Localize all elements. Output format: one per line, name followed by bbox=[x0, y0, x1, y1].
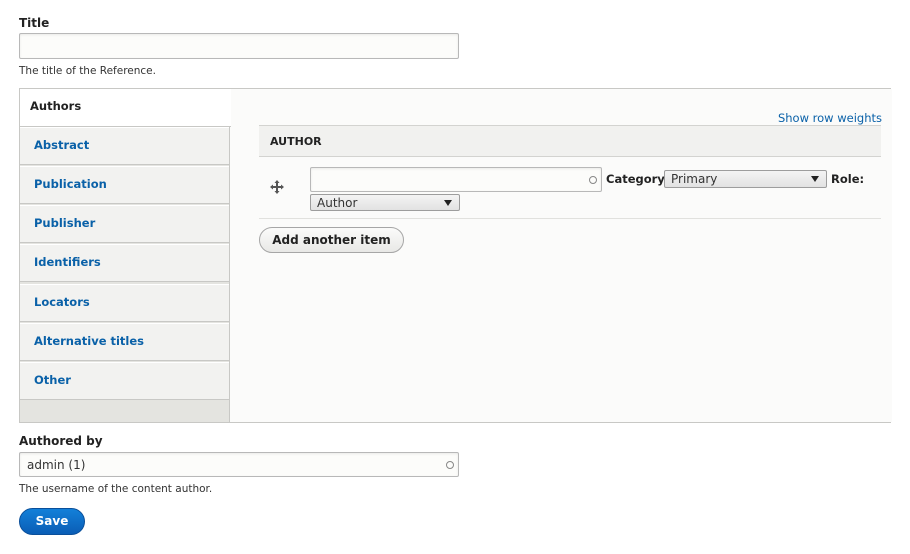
tab-locators[interactable]: Locators bbox=[20, 284, 229, 322]
author-row: Category: Primary Role: Author bbox=[259, 157, 881, 219]
title-label: Title bbox=[19, 16, 50, 30]
save-button[interactable]: Save bbox=[19, 508, 85, 535]
vertical-tabs: Authors Abstract Publication Publisher I… bbox=[19, 88, 892, 423]
tab-label: Publisher bbox=[34, 216, 96, 230]
role-label: Role: bbox=[831, 172, 865, 186]
tab-other[interactable]: Other bbox=[20, 362, 229, 400]
authors-tab-pane: Show row weights AUTHOR Category: Primar… bbox=[230, 89, 892, 422]
tab-label: Authors bbox=[30, 99, 82, 113]
autocomplete-circle-icon bbox=[589, 176, 597, 184]
chevron-down-icon bbox=[811, 176, 819, 182]
role-select[interactable]: Author bbox=[310, 194, 460, 211]
tab-authors[interactable]: Authors bbox=[20, 89, 231, 127]
title-input[interactable] bbox=[19, 33, 459, 59]
role-selected-value: Author bbox=[317, 196, 358, 210]
show-row-weights-link[interactable]: Show row weights bbox=[778, 111, 882, 125]
authored-by-input[interactable]: admin (1) bbox=[19, 452, 459, 477]
category-selected-value: Primary bbox=[671, 172, 718, 186]
tab-label: Locators bbox=[34, 295, 90, 309]
drag-move-icon[interactable] bbox=[269, 179, 285, 195]
tab-alternative-titles[interactable]: Alternative titles bbox=[20, 323, 229, 361]
author-column-header: AUTHOR bbox=[270, 135, 322, 148]
tab-label: Other bbox=[34, 373, 71, 387]
title-description: The title of the Reference. bbox=[19, 65, 156, 77]
tab-label: Publication bbox=[34, 177, 107, 191]
authored-by-label: Authored by bbox=[19, 434, 103, 448]
tab-publication[interactable]: Publication bbox=[20, 166, 229, 204]
tab-label: Identifiers bbox=[34, 255, 101, 269]
tab-abstract[interactable]: Abstract bbox=[20, 127, 229, 165]
authored-by-value: admin (1) bbox=[27, 458, 86, 472]
vertical-tabs-menu: Authors Abstract Publication Publisher I… bbox=[20, 89, 231, 422]
autocomplete-circle-icon bbox=[446, 461, 454, 469]
category-select[interactable]: Primary bbox=[664, 170, 827, 188]
author-name-input[interactable] bbox=[310, 167, 602, 192]
tab-label: Alternative titles bbox=[34, 334, 145, 348]
chevron-down-icon bbox=[444, 200, 452, 206]
tab-identifiers[interactable]: Identifiers bbox=[20, 244, 229, 282]
tab-publisher[interactable]: Publisher bbox=[20, 205, 229, 243]
authored-by-description: The username of the content author. bbox=[19, 483, 213, 495]
tab-label: Abstract bbox=[34, 138, 90, 152]
author-table-header: AUTHOR bbox=[259, 125, 881, 157]
add-another-item-button[interactable]: Add another item bbox=[259, 227, 404, 253]
category-label: Category: bbox=[606, 172, 670, 186]
